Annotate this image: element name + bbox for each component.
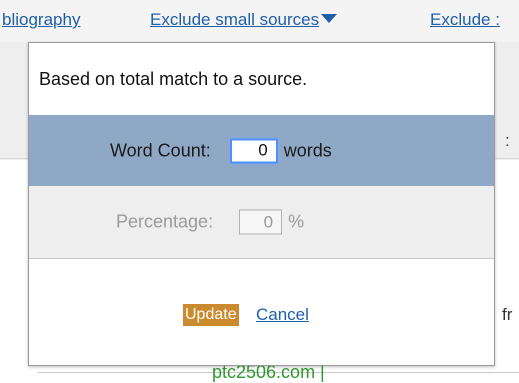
word-count-row-content: Word Count: words: [110, 138, 332, 163]
cancel-link[interactable]: Cancel: [256, 304, 309, 326]
dropdown-caret-icon: [321, 14, 338, 23]
percentage-unit: %: [288, 211, 305, 232]
word-count-row[interactable]: Word Count: words: [29, 115, 494, 186]
popup-actions: Update Cancel: [29, 301, 494, 329]
percentage-row[interactable]: Percentage: %: [29, 186, 494, 259]
word-count-input[interactable]: [229, 138, 278, 163]
bibliography-link[interactable]: bliography: [2, 10, 80, 30]
word-count-label: Word Count:: [110, 140, 211, 160]
exclude-small-sources-label: Exclude small sources: [150, 10, 320, 29]
percentage-label: Percentage:: [116, 211, 214, 232]
background-colon-text: :: [505, 131, 510, 150]
update-button[interactable]: Update: [183, 304, 239, 326]
background-fragment-text: fr: [502, 305, 513, 324]
popup-description: Based on total match to a source.: [39, 69, 308, 89]
exclude-small-sources-dropdown[interactable]: Exclude small sources: [150, 10, 338, 30]
percentage-row-content: Percentage: %: [116, 209, 305, 235]
exclude-small-sources-popup: Based on total match to a source. Word C…: [28, 42, 495, 366]
percentage-input[interactable]: [239, 209, 283, 235]
exclude-more-link[interactable]: Exclude :: [430, 10, 500, 30]
toolbar: bliography Exclude small sources Exclude…: [0, 0, 519, 42]
word-count-unit: words: [283, 140, 332, 160]
